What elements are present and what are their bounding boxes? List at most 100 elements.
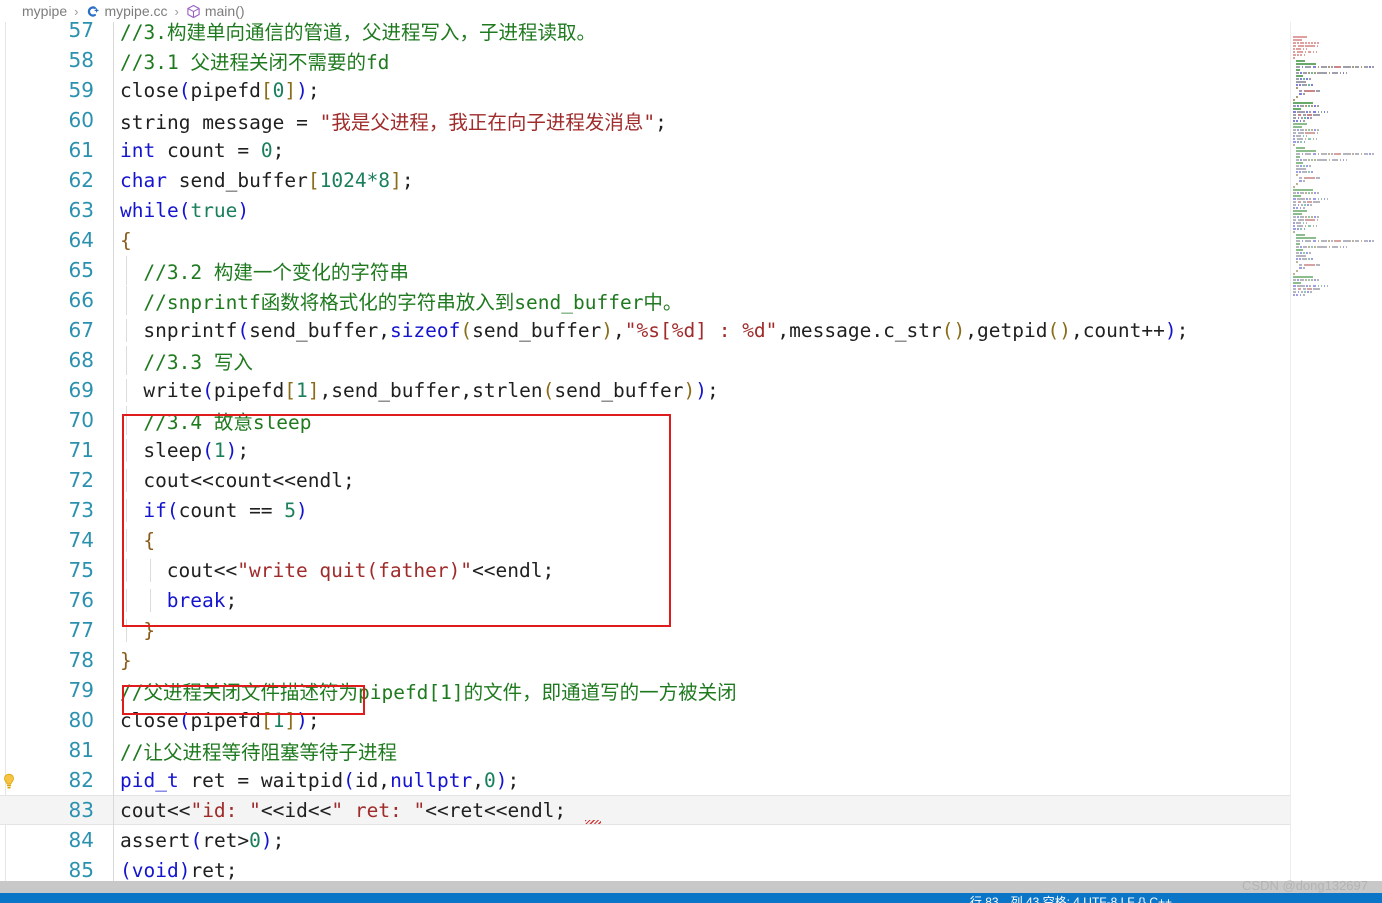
code-line[interactable]: 75 cout<<"write quit(father)"<<endl;	[0, 555, 1382, 585]
minimap-token	[1303, 264, 1315, 266]
minimap-token	[1304, 51, 1307, 53]
breadcrumb-item-file[interactable]: mypipe.cc	[85, 3, 168, 19]
code-line-text: //snprintf函数将格式化的字符串放入到send_buffer中。	[106, 285, 1382, 315]
code-token: pid_t	[120, 768, 179, 792]
minimap-token	[1299, 171, 1301, 173]
code-line[interactable]: 67 snprintf(send_buffer,sizeof(send_buffe…	[0, 315, 1382, 345]
minimap-token	[1310, 204, 1312, 206]
minimap-token	[1296, 249, 1304, 251]
minimap-token	[1317, 66, 1320, 68]
line-number: 64	[68, 228, 94, 252]
code-line-text: //3.2 构建一个变化的字符串	[106, 255, 1382, 285]
code-line[interactable]: 57 //3.构建单向通信的管道，父进程写入，子进程读取。	[0, 22, 1382, 45]
minimap-token	[1307, 51, 1312, 53]
indent-guide	[126, 558, 128, 582]
minimap-token	[1308, 84, 1310, 86]
code-token: int	[120, 138, 156, 162]
code-token: 1024*8	[319, 168, 391, 192]
minimap-token	[1302, 135, 1305, 137]
code-token: string	[120, 110, 191, 134]
code-line[interactable]: 82 pid_t ret = waitpid(id,nullptr,0);	[0, 765, 1382, 795]
code-line[interactable]: 81 //让父进程等待阻塞等待子进程	[0, 735, 1382, 765]
code-token: write	[143, 378, 203, 402]
code-line-text: snprintf(send_buffer,sizeof(send_buffer)…	[106, 318, 1382, 342]
code-line[interactable]: 80 close(pipefd[1]);	[0, 705, 1382, 735]
status-bar[interactable]: 行 83，列 43 空格: 4 UTF-8 LF {} C++	[0, 893, 1382, 903]
code-lines-container[interactable]: 57 //3.构建单向通信的管道，父进程写入，子进程读取。 58 //3.1 父进程关…	[0, 22, 1382, 881]
minimap-token	[1311, 258, 1313, 260]
code-line[interactable]: 59 close(pipefd[0]);	[0, 75, 1382, 105]
code-line[interactable]: 85 (void)ret;	[0, 855, 1382, 881]
minimap-token	[1309, 78, 1311, 80]
code-line[interactable]: 61 int count = 0;	[0, 135, 1382, 165]
minimap-token	[1293, 39, 1303, 41]
code-token: ret;	[190, 858, 238, 882]
minimap-token	[1300, 78, 1302, 80]
code-line[interactable]: 70 //3.4 故意sleep	[0, 405, 1382, 435]
minimap-token	[1293, 192, 1296, 194]
minimap-token	[1328, 153, 1330, 155]
indent-guide	[126, 618, 128, 642]
code-line[interactable]: 77}	[0, 615, 1382, 645]
minimap-token	[1296, 252, 1299, 254]
minimap-token	[1300, 72, 1302, 74]
minimap-token	[1293, 189, 1313, 191]
minimap-token	[1296, 69, 1301, 71]
minimap-token	[1293, 276, 1313, 278]
code-line[interactable]: 76 break;	[0, 585, 1382, 615]
breadcrumb-item-project[interactable]: mypipe	[22, 3, 67, 19]
minimap-token	[1297, 204, 1300, 206]
code-line[interactable]: 84 assert(ret>0);	[0, 825, 1382, 855]
code-line[interactable]: 74 {	[0, 525, 1382, 555]
minimap-token	[1323, 111, 1326, 113]
minimap-token	[1297, 132, 1304, 134]
code-line[interactable]: 66 //snprintf函数将格式化的字符串放入到send_buffer中。	[0, 285, 1382, 315]
minimap-token	[1297, 129, 1299, 131]
code-line[interactable]: 71 sleep(1);	[0, 435, 1382, 465]
minimap-token	[1293, 135, 1295, 137]
lightbulb-icon[interactable]	[0, 772, 18, 792]
indent-guide	[126, 378, 128, 402]
code-line[interactable]: 68 //3.3 写入	[0, 345, 1382, 375]
minimap-token	[1305, 105, 1307, 107]
line-number: 60	[68, 108, 94, 132]
code-line[interactable]: 60 string message = "我是父进程，我正在向子进程发消息";	[0, 105, 1382, 135]
code-line-text: close(pipefd[1]);	[106, 709, 1382, 732]
minimap-token	[1293, 138, 1296, 140]
code-editor[interactable]: 57 //3.构建单向通信的管道，父进程写入，子进程读取。 58 //3.1 父进程关…	[0, 22, 1382, 881]
code-line[interactable]: 63 while(true)	[0, 195, 1382, 225]
code-token: count =	[155, 138, 261, 162]
breadcrumb-item-symbol[interactable]: main()	[186, 3, 245, 19]
code-line[interactable]: 79 //父进程关闭文件描述符为pipefd[1]的文件，即通道写的一方被关闭	[0, 675, 1382, 705]
minimap-token	[1317, 279, 1319, 281]
minimap-token	[1314, 246, 1316, 248]
code-line[interactable]: 69 write(pipefd[1],send_buffer,strlen(sen…	[0, 375, 1382, 405]
minimap-token	[1311, 105, 1313, 107]
minimap-token	[1300, 54, 1303, 56]
code-line[interactable]: 65 //3.2 构建一个变化的字符串	[0, 255, 1382, 285]
code-line[interactable]: 62 char send_buffer[1024*8];	[0, 165, 1382, 195]
minimap-token	[1334, 153, 1342, 155]
minimap-token	[1293, 123, 1308, 125]
code-line[interactable]: 73 if(count == 5)	[0, 495, 1382, 525]
code-line[interactable]: 72 cout<<count<<endl;	[0, 465, 1382, 495]
minimap-token	[1303, 72, 1307, 74]
minimap-token	[1296, 240, 1301, 242]
code-token: )	[237, 198, 250, 222]
minimap-token	[1297, 117, 1300, 119]
minimap-token	[1311, 159, 1313, 161]
code-minimap[interactable]	[1290, 22, 1382, 881]
code-line-text: if(count == 5)	[106, 498, 1382, 522]
minimap-token	[1296, 159, 1299, 161]
code-line-text: {	[106, 528, 1382, 552]
code-line-text: while(true)	[106, 199, 1382, 222]
code-line[interactable]: 64 {	[0, 225, 1382, 255]
indent-guide	[126, 468, 128, 492]
minimap-token	[1307, 114, 1312, 116]
line-number: 80	[68, 708, 94, 732]
minimap-token	[1296, 66, 1301, 68]
code-line[interactable]: 83 cout<<"id: "<<id<<" ret: "<<ret<<endl;	[0, 795, 1382, 825]
minimap-token	[1308, 159, 1310, 161]
code-line[interactable]: 58 //3.1 父进程关闭不需要的fd	[0, 45, 1382, 75]
code-line[interactable]: 78}	[0, 645, 1382, 675]
